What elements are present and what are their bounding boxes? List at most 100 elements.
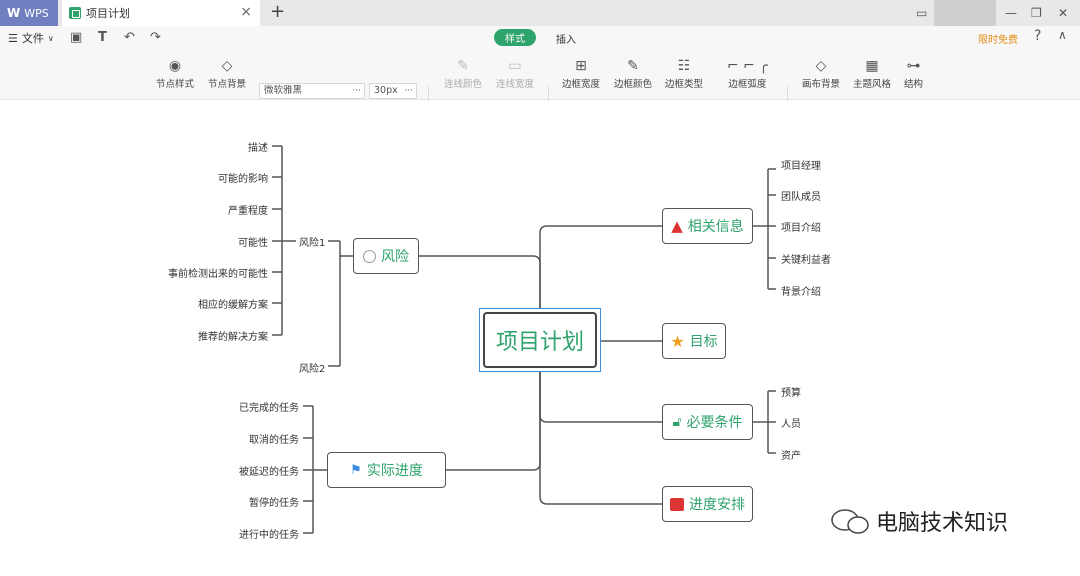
leaf-item[interactable]: 进行中的任务 — [239, 526, 299, 541]
leaf-item[interactable]: 预算 — [781, 384, 801, 399]
redo-icon[interactable]: ↷ — [150, 30, 161, 45]
border-width-button[interactable]: ⊞ 边框宽度 — [562, 56, 600, 90]
border-type-button[interactable]: ☷ 边框类型 — [665, 56, 703, 90]
file-menu[interactable]: ☰ 文件 ∨ — [8, 30, 54, 46]
save-icon[interactable]: ▣ — [70, 30, 82, 45]
leaf-item[interactable]: 项目介绍 — [781, 219, 821, 234]
theme-label: 主题风格 — [853, 79, 892, 90]
topic-risk[interactable]: 风险 — [353, 238, 419, 274]
border-color-button[interactable]: ✎ 边框颜色 — [614, 56, 652, 90]
line-width-label: 连线宽度 — [496, 79, 535, 90]
user-avatar[interactable] — [934, 0, 996, 26]
watermark: 电脑技术知识 — [830, 505, 1008, 537]
lock-icon: 🔓︎ — [672, 414, 682, 430]
topic-progress[interactable]: ⚑ 实际进度 — [327, 452, 446, 488]
leaf-item[interactable]: 暂停的任务 — [249, 494, 299, 509]
subtopic-risk2[interactable]: 风险2 — [299, 360, 325, 375]
flag-icon: ⚑ — [350, 462, 362, 478]
center-node-selected[interactable]: 项目计划 — [479, 308, 601, 372]
node-style-label: 节点样式 — [156, 79, 195, 90]
palette-icon: ◉ — [168, 58, 182, 74]
collapse-ribbon-icon[interactable]: ∧ — [1058, 28, 1067, 42]
line-width-button[interactable]: ▭ 连线宽度 — [496, 56, 534, 90]
menu-row: ☰ 文件 ∨ ▣ T ↶ ↷ 样式 插入 限时免费 ? ∧ — [0, 26, 1080, 50]
minimize-button[interactable]: — — [1005, 0, 1017, 26]
leaf-item[interactable]: 可能的影响 — [218, 170, 268, 185]
mindmap-doc-icon — [69, 7, 81, 19]
leaf-item[interactable]: 被延迟的任务 — [239, 463, 299, 478]
theme-button[interactable]: ▦ 主题风格 — [853, 56, 891, 90]
border-width-label: 边框宽度 — [562, 79, 601, 90]
leaf-item[interactable]: 项目经理 — [781, 157, 821, 172]
line-color-label: 连线颜色 — [444, 79, 483, 90]
tab-insert[interactable]: 插入 — [556, 31, 576, 46]
leaf-item[interactable]: 相应的缓解方案 — [198, 296, 268, 311]
file-menu-label: 文件 — [21, 32, 44, 45]
face-icon — [363, 249, 376, 263]
tab-style[interactable]: 样式 — [494, 29, 536, 46]
theme-grid-icon: ▦ — [865, 58, 879, 74]
promo-link[interactable]: 限时免费 — [978, 31, 1018, 46]
topic-prerequisites[interactable]: 🔓︎ 必要条件 — [662, 404, 753, 440]
close-tab-icon[interactable]: × — [240, 4, 252, 20]
structure-button[interactable]: ⊶ 结构 — [904, 56, 923, 90]
leaf-item[interactable]: 团队成员 — [781, 188, 821, 203]
topic-goal[interactable]: ★ 目标 — [662, 323, 726, 359]
mindmap-canvas[interactable]: 项目计划 ▲ 相关信息 ★ 目标 🔓︎ 必要条件 进度安排 项目经理 团队成员 … — [0, 101, 1080, 576]
structure-icon: ⊶ — [906, 58, 921, 74]
border-color-label: 边框颜色 — [614, 79, 653, 90]
leaf-item[interactable]: 可能性 — [238, 234, 268, 249]
close-window-button[interactable]: ✕ — [1058, 0, 1068, 26]
canvas-bg-button[interactable]: ◇ 画布背景 — [802, 56, 840, 90]
wps-logo-icon: W — [7, 6, 21, 20]
leaf-item[interactable]: 严重程度 — [228, 202, 268, 217]
format-painter-icon[interactable]: T — [98, 30, 107, 45]
leaf-item[interactable]: 关键利益者 — [781, 251, 831, 266]
chevron-down-icon: ∨ — [47, 33, 54, 43]
new-tab-button[interactable]: + — [270, 1, 285, 22]
leaf-item[interactable]: 资产 — [781, 447, 801, 462]
subtopic-risk1[interactable]: 风险1 — [299, 234, 325, 249]
wps-home-tab[interactable]: W WPS — [0, 0, 58, 26]
border-radius-button[interactable]: ⌐ ⌐ ╭ 边框弧度 — [727, 56, 768, 90]
leaf-item[interactable]: 事前检测出来的可能性 — [168, 265, 268, 280]
leaf-item[interactable]: 背景介绍 — [781, 283, 821, 298]
wechat-icon — [831, 509, 869, 534]
line-width-icon: ▭ — [508, 58, 522, 74]
font-family-value: 微软雅黑 — [264, 85, 303, 96]
leaf-item[interactable]: 推荐的解决方案 — [198, 328, 268, 343]
document-tab[interactable]: 项目计划 × — [62, 0, 260, 26]
corner-icons: ⌐ ⌐ ╭ — [727, 58, 768, 74]
leaf-item[interactable]: 描述 — [248, 139, 268, 154]
undo-icon[interactable]: ↶ — [124, 30, 135, 45]
topic-label: 目标 — [689, 334, 718, 350]
star-icon: ★ — [670, 331, 685, 351]
fullscreen-icon[interactable]: ▭ — [916, 0, 927, 26]
hamburger-icon: ☰ — [8, 31, 18, 45]
leaf-item[interactable]: 已完成的任务 — [239, 399, 299, 414]
leaf-item[interactable]: 取消的任务 — [249, 431, 299, 446]
border-radius-label: 边框弧度 — [728, 79, 767, 90]
pen-line-icon: ✎ — [627, 58, 639, 74]
border-type-icon: ☷ — [677, 58, 691, 74]
help-icon[interactable]: ? — [1034, 28, 1041, 44]
fill-bucket-icon: ◇ — [221, 58, 233, 74]
restore-button[interactable]: ❐ — [1031, 0, 1042, 26]
topic-label: 相关信息 — [687, 219, 744, 235]
line-color-button[interactable]: ✎ 连线颜色 — [444, 56, 482, 90]
font-size-select[interactable]: 30px ··· — [369, 83, 417, 99]
topic-label: 进度安排 — [689, 497, 745, 513]
topic-related-info[interactable]: ▲ 相关信息 — [662, 208, 753, 244]
node-bg-button[interactable]: ◇ 节点背景 — [208, 56, 246, 90]
leaf-item[interactable]: 人员 — [781, 415, 801, 430]
node-style-button[interactable]: ◉ 节点样式 — [156, 56, 194, 90]
calendar-icon — [670, 497, 684, 511]
canvas-bg-label: 画布背景 — [802, 79, 841, 90]
border-type-label: 边框类型 — [665, 79, 704, 90]
font-family-select[interactable]: 微软雅黑 ··· — [259, 83, 365, 99]
wps-tab-label: WPS — [24, 6, 49, 20]
topic-label: 实际进度 — [366, 463, 423, 479]
warning-icon: ▲ — [671, 217, 683, 235]
pen-line-icon: ✎ — [457, 58, 469, 74]
topic-schedule[interactable]: 进度安排 — [662, 486, 753, 522]
